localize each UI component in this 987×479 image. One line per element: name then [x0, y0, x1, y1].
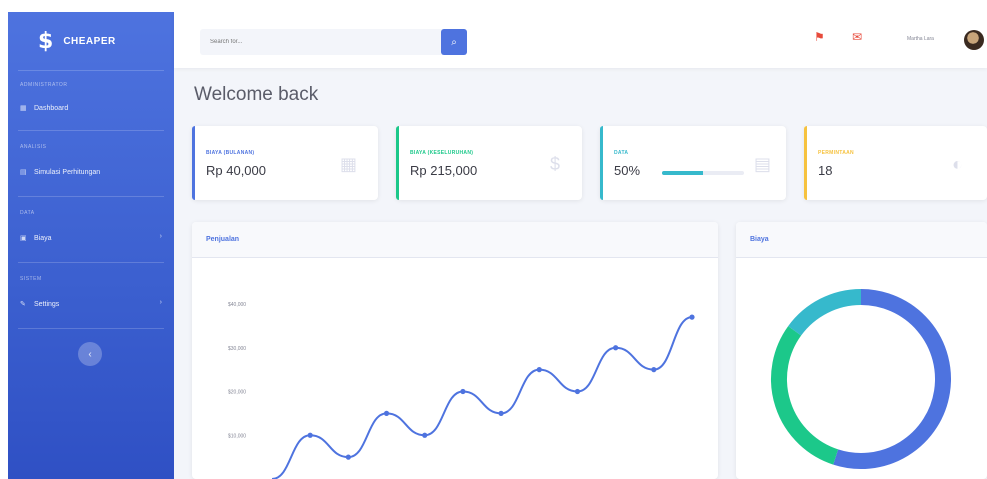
sidebar-divider	[18, 196, 164, 197]
data-point[interactable]	[574, 388, 581, 395]
topbar: ⌕ ⚑ ✉ Martha Lara	[174, 12, 987, 68]
messages-icon[interactable]: ✉	[852, 30, 862, 44]
card-biaya-keseluruhan: BIAYA (KESELURUHAN) Rp 215,000 $	[396, 126, 582, 200]
sidebar-item-settings[interactable]: ✎ Settings ›	[8, 294, 174, 314]
data-point[interactable]	[460, 388, 466, 395]
sidebar-item-label: Settings	[34, 300, 60, 308]
cost-chart-panel: Biaya	[736, 222, 987, 479]
alerts-icon[interactable]: ⚑	[814, 30, 825, 44]
dashboard-icon: ▦	[20, 105, 27, 112]
comments-icon: ◐	[952, 154, 963, 174]
card-value: 18	[818, 163, 833, 178]
calculator-icon: ▤	[20, 169, 27, 176]
card-label: BIAYA (KESELURUHAN)	[410, 150, 474, 156]
dollar-icon: $	[550, 154, 561, 174]
sidebar-item-label: Simulasi Perhitungan	[34, 168, 101, 176]
brand[interactable]: $ CHEAPER	[8, 12, 174, 70]
sidebar-divider	[18, 130, 164, 131]
data-point[interactable]	[536, 367, 542, 373]
data-point[interactable]	[345, 454, 351, 460]
data-point[interactable]	[422, 432, 428, 438]
search-button[interactable]: ⌕	[441, 29, 467, 55]
card-label: DATA	[614, 150, 629, 156]
sidebar: $ CHEAPER ADMINISTRATOR ▦ Dashboard ANAL…	[8, 12, 174, 479]
sidebar-item-label: Biaya	[34, 234, 52, 242]
sidebar-divider	[18, 262, 164, 263]
donut-slice[interactable]	[833, 289, 951, 469]
search-input[interactable]	[200, 29, 445, 55]
avatar[interactable]	[964, 30, 984, 50]
sales-chart-panel: Penjualan $40,000 $30,000 $20,000 $10,000	[192, 222, 718, 479]
sidebar-item-simulasi[interactable]: ▤ Simulasi Perhitungan	[8, 162, 174, 182]
card-value: 50%	[614, 163, 641, 178]
panel-body	[736, 259, 987, 479]
sidebar-toggle-button[interactable]: ‹	[78, 342, 102, 366]
panel-title: Penjualan	[206, 236, 240, 243]
chevron-right-icon: ›	[159, 299, 162, 306]
search-icon: ⌕	[451, 36, 457, 48]
wrench-icon: ✎	[20, 301, 26, 308]
card-permintaan: PERMINTAAN 18 ◐	[804, 126, 987, 200]
app: $ CHEAPER ADMINISTRATOR ▦ Dashboard ANAL…	[8, 12, 987, 479]
card-label: PERMINTAAN	[818, 150, 854, 156]
sidebar-heading: DATA	[20, 210, 35, 216]
brand-logo-icon: $	[38, 28, 54, 54]
calendar-icon: ▦	[340, 154, 358, 174]
money-icon: ▣	[20, 235, 27, 242]
donut-slice[interactable]	[788, 289, 862, 336]
data-point[interactable]	[307, 432, 313, 438]
panel-header: Penjualan	[192, 222, 718, 258]
y-tick-label: $10,000	[228, 433, 246, 439]
card-value: Rp 40,000	[206, 163, 266, 178]
panel-body: $40,000 $30,000 $20,000 $10,000	[192, 259, 718, 479]
progress-fill	[662, 171, 703, 175]
chevron-right-icon: ›	[159, 233, 162, 240]
progress-bar	[662, 171, 744, 175]
sidebar-heading: SISTEM	[20, 276, 42, 282]
card-accent-bar	[600, 126, 603, 200]
y-tick-label: $30,000	[228, 346, 246, 352]
panel-header: Biaya	[736, 222, 987, 258]
card-accent-bar	[396, 126, 399, 200]
data-point[interactable]	[498, 410, 504, 416]
search-box: ⌕	[200, 29, 467, 55]
sidebar-heading: ANALISIS	[20, 144, 47, 150]
user-name[interactable]: Martha Lara	[907, 36, 934, 42]
data-point[interactable]	[383, 410, 390, 416]
page-title: Welcome back	[194, 84, 319, 105]
card-biaya-bulanan: BIAYA (BULANAN) Rp 40,000 ▦	[192, 126, 378, 200]
sidebar-heading: ADMINISTRATOR	[20, 82, 68, 88]
sidebar-item-label: Dashboard	[34, 104, 69, 112]
data-point[interactable]	[651, 367, 657, 373]
sidebar-item-dashboard[interactable]: ▦ Dashboard	[8, 98, 174, 118]
y-tick-label: $20,000	[228, 390, 246, 396]
panel-title: Biaya	[750, 236, 769, 243]
card-accent-bar	[192, 126, 195, 200]
card-value: Rp 215,000	[410, 163, 478, 178]
donut-chart	[771, 289, 951, 469]
series-line	[271, 316, 693, 479]
data-point[interactable]	[613, 345, 619, 351]
brand-name: CHEAPER	[63, 35, 116, 47]
sidebar-divider	[18, 70, 164, 71]
chevron-left-icon: ‹	[88, 348, 92, 360]
card-label: BIAYA (BULANAN)	[206, 150, 255, 156]
card-data: DATA 50% ▤	[600, 126, 786, 200]
card-accent-bar	[804, 126, 807, 200]
donut-slice[interactable]	[771, 326, 839, 465]
y-tick-label: $40,000	[228, 302, 246, 308]
data-point[interactable]	[689, 314, 695, 320]
sidebar-divider	[18, 328, 164, 329]
clipboard-icon: ▤	[754, 154, 772, 174]
sidebar-item-biaya[interactable]: ▣ Biaya ›	[8, 228, 174, 248]
line-chart: $40,000 $30,000 $20,000 $10,000	[228, 302, 695, 479]
